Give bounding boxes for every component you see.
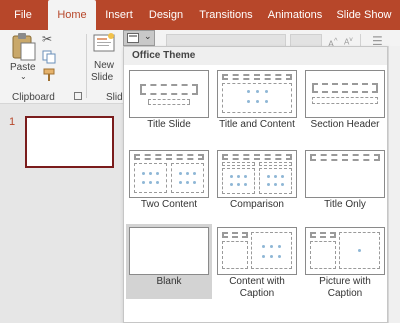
layout-two-content[interactable]: Two Content	[126, 147, 212, 221]
layout-dropdown-button[interactable]: ⌄	[123, 30, 155, 46]
layout-gallery: Office Theme Title Slide Title and Conte…	[123, 46, 388, 323]
picture-icon	[340, 249, 379, 252]
new-slide-label-2: Slide	[91, 72, 114, 83]
picture-placeholder	[339, 232, 380, 269]
copy-icon[interactable]	[42, 50, 58, 64]
layout-label: Title Only	[324, 199, 366, 210]
layout-label: Picture with Caption	[319, 276, 371, 299]
title-placeholder	[310, 154, 380, 161]
content-icons	[260, 183, 291, 186]
layout-thumbnail	[217, 150, 297, 198]
ribbon-separator	[86, 34, 87, 98]
tab-transitions[interactable]: Transitions	[196, 0, 256, 30]
content-placeholder	[222, 83, 292, 113]
content-placeholder-left	[222, 168, 255, 194]
paste-button[interactable]: Paste ⌄	[8, 30, 40, 86]
caption-title-placeholder	[310, 232, 336, 238]
ribbon-tab-bar: File Home Insert Design Transitions Anim…	[0, 0, 400, 30]
clipboard-group-label: Clipboard	[12, 92, 55, 103]
layout-thumbnail	[217, 70, 297, 118]
chevron-down-icon: ⌄	[144, 31, 152, 41]
title-placeholder	[140, 84, 198, 95]
content-icons	[260, 175, 291, 178]
layout-thumbnail	[129, 150, 209, 198]
content-placeholder-right	[259, 168, 292, 194]
content-icons	[223, 100, 291, 103]
tab-insert[interactable]: Insert	[104, 0, 134, 30]
layout-title-and-content[interactable]: Title and Content	[214, 67, 300, 141]
layout-label: Blank	[156, 276, 182, 287]
layout-label: Section Header	[310, 119, 380, 130]
title-placeholder	[222, 74, 292, 80]
content-icons	[252, 255, 291, 258]
format-painter-icon[interactable]	[42, 68, 58, 82]
tab-design[interactable]: Design	[146, 0, 186, 30]
tab-home[interactable]: Home	[48, 0, 96, 30]
layout-label: Comparison	[230, 199, 284, 210]
layout-thumbnail	[305, 150, 385, 198]
content-icons	[135, 172, 166, 175]
content-icons	[172, 181, 203, 184]
tab-animations[interactable]: Animations	[262, 0, 328, 30]
layout-title-slide[interactable]: Title Slide	[126, 67, 212, 141]
caption-text-placeholder	[222, 241, 248, 269]
content-placeholder	[251, 232, 292, 269]
layout-picture-with-caption[interactable]: Picture with Caption	[302, 224, 388, 299]
title-placeholder	[222, 154, 292, 160]
layout-label: Content with Caption	[229, 276, 285, 299]
heading-placeholder-left	[222, 162, 255, 166]
new-slide-label: New	[94, 60, 115, 71]
heading-placeholder-right	[259, 162, 292, 166]
text-placeholder	[312, 97, 378, 104]
subtitle-placeholder	[148, 99, 190, 105]
dialog-launcher-icon[interactable]	[74, 92, 82, 100]
caption-text-placeholder	[310, 241, 336, 269]
layout-thumbnail	[129, 227, 209, 275]
content-placeholder-left	[134, 163, 167, 193]
caption-title-placeholder	[222, 232, 248, 238]
layout-label: Two Content	[140, 199, 198, 210]
content-icons	[252, 245, 291, 248]
gallery-title: Office Theme	[124, 47, 387, 65]
scrollbar[interactable]	[388, 46, 400, 323]
slides-group-label: Slid	[106, 92, 123, 103]
new-slide-button[interactable]: New Slide	[90, 30, 118, 88]
content-icons	[223, 90, 291, 93]
slide-thumbnail[interactable]	[25, 116, 114, 168]
layout-section-header[interactable]: Section Header	[302, 67, 388, 141]
slide-number: 1	[9, 116, 16, 128]
layout-label: Title Slide	[147, 119, 191, 130]
layout-comparison[interactable]: Comparison	[214, 147, 300, 221]
new-slide-icon	[93, 33, 115, 52]
chevron-down-icon: ⌄	[20, 72, 27, 81]
paste-icon	[12, 33, 36, 61]
content-icons	[223, 175, 254, 178]
layout-thumbnail	[129, 70, 209, 118]
tab-file[interactable]: File	[8, 0, 38, 30]
title-placeholder	[134, 154, 204, 160]
content-icons	[172, 172, 203, 175]
layout-icon	[127, 33, 139, 43]
layout-label: Title and Content	[219, 119, 295, 130]
layout-content-with-caption[interactable]: Content with Caption	[214, 224, 300, 299]
title-placeholder	[312, 83, 378, 93]
cut-icon[interactable]: ✂	[42, 32, 58, 46]
content-icons	[135, 181, 166, 184]
layout-blank[interactable]: Blank	[126, 224, 212, 299]
content-placeholder-right	[171, 163, 204, 193]
layout-title-only[interactable]: Title Only	[302, 147, 388, 221]
layout-thumbnail	[305, 70, 385, 118]
layout-thumbnail	[305, 227, 385, 275]
powerpoint-window: File Home Insert Design Transitions Anim…	[0, 0, 400, 323]
tab-slide-show[interactable]: Slide Show	[334, 0, 394, 30]
content-icons	[223, 183, 254, 186]
layout-thumbnail	[217, 227, 297, 275]
